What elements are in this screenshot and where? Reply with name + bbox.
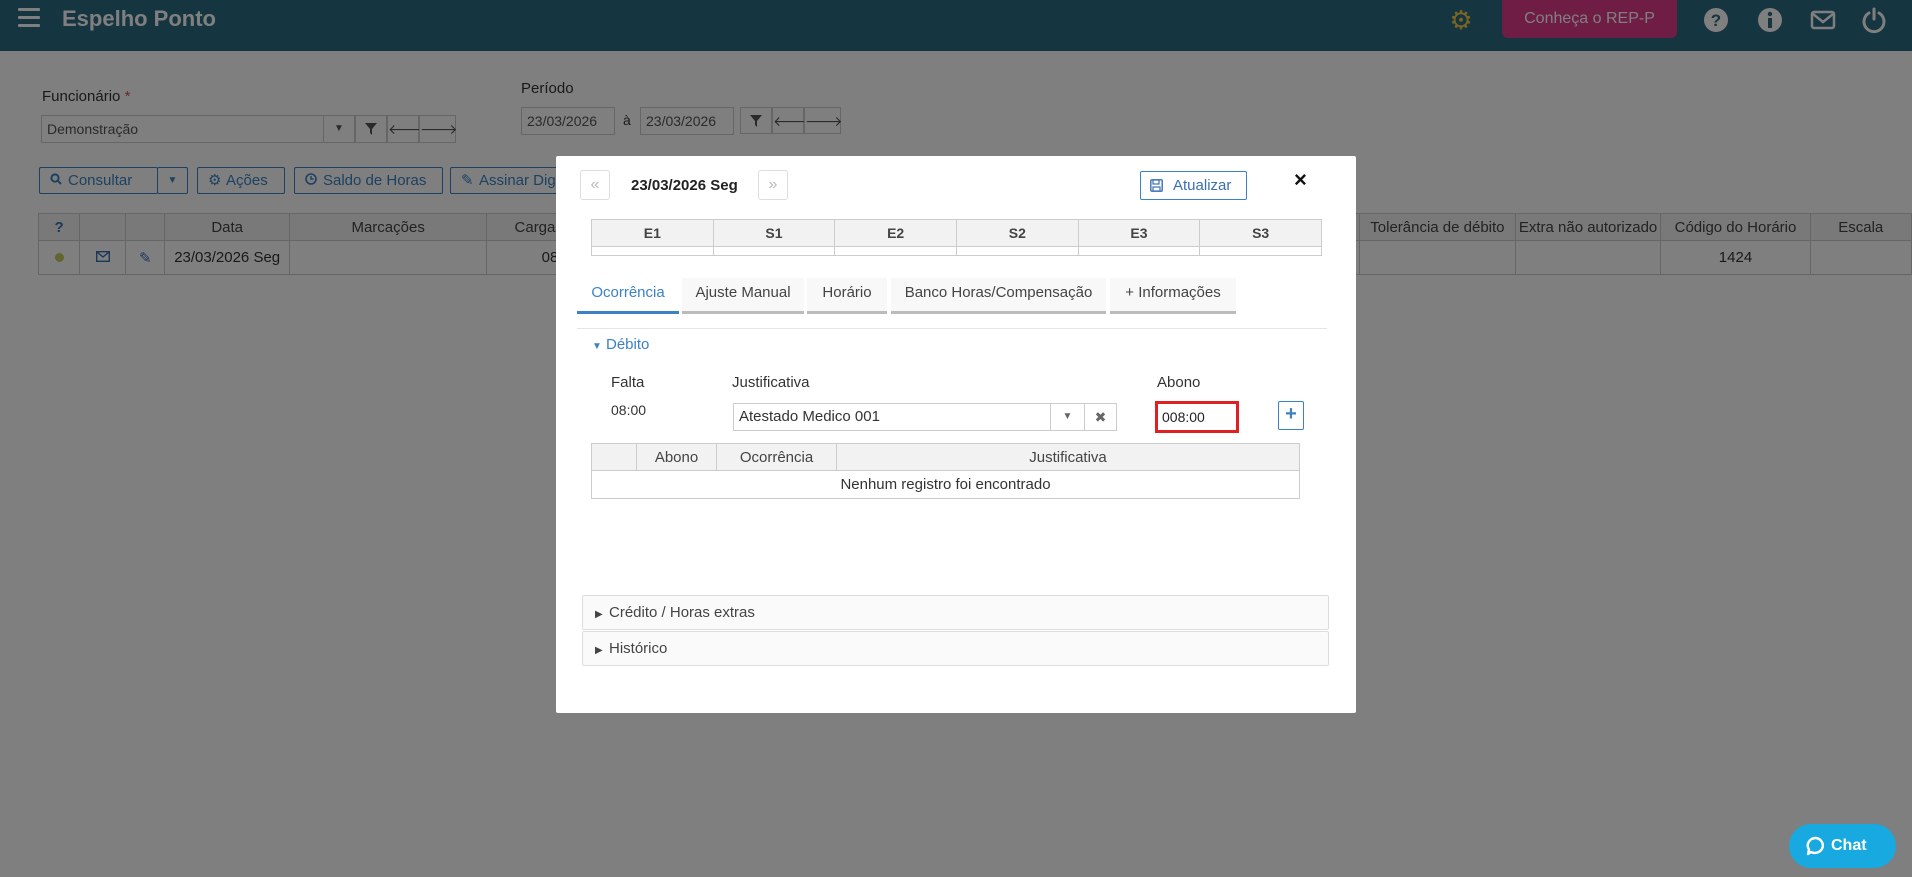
tab-ocorrencia[interactable]: Ocorrência bbox=[577, 278, 679, 314]
tab-mais-informacoes[interactable]: + Informações bbox=[1110, 278, 1236, 314]
save-icon bbox=[1150, 179, 1163, 192]
close-icon[interactable]: × bbox=[1294, 168, 1307, 192]
column-header-s1: S1 bbox=[712, 219, 836, 247]
credito-section-header[interactable]: ▶ Crédito / Horas extras bbox=[582, 595, 1329, 630]
justificativa-select[interactable]: Atestado Medico 001 ▼ ✖ bbox=[733, 403, 1117, 431]
column-header-s3: S3 bbox=[1199, 219, 1322, 247]
marks-table: E1 S1 E2 S2 E3 S3 bbox=[591, 219, 1322, 256]
tab-ajuste-manual[interactable]: Ajuste Manual bbox=[682, 278, 804, 314]
previous-day-button[interactable]: « bbox=[580, 170, 610, 200]
empty-message: Nenhum registro foi encontrado bbox=[591, 470, 1300, 499]
column-header-abono: Abono bbox=[636, 443, 717, 471]
abono-label: Abono bbox=[1157, 374, 1201, 391]
column-header-e2: E2 bbox=[834, 219, 957, 247]
column-header-s2: S2 bbox=[955, 219, 1079, 247]
caret-down-icon: ▼ bbox=[592, 341, 602, 352]
column-header-e1: E1 bbox=[591, 219, 714, 247]
tabs-divider bbox=[577, 328, 1327, 329]
column-header-e3: E3 bbox=[1077, 219, 1201, 247]
chat-button[interactable]: Chat bbox=[1789, 824, 1896, 868]
column-header-ocorrencia: Ocorrência bbox=[716, 443, 837, 471]
debito-section-header[interactable]: ▼ Débito bbox=[592, 336, 649, 353]
next-day-button[interactable]: » bbox=[758, 170, 788, 200]
column-header-justificativa: Justificativa bbox=[836, 443, 1300, 471]
falta-value: 08:00 bbox=[611, 402, 647, 418]
falta-label: Falta bbox=[611, 374, 645, 391]
chat-bubble-icon bbox=[1806, 836, 1825, 856]
caret-right-icon: ▶ bbox=[595, 609, 603, 620]
clear-icon[interactable]: ✖ bbox=[1084, 404, 1116, 430]
chevron-down-icon[interactable]: ▼ bbox=[1050, 404, 1084, 430]
table-row bbox=[591, 246, 1322, 256]
historico-section-header[interactable]: ▶ Histórico bbox=[582, 631, 1329, 666]
table-row: Nenhum registro foi encontrado bbox=[591, 470, 1300, 499]
occurrence-modal: « 23/03/2026 Seg » Atualizar × E1 S1 E2 … bbox=[556, 156, 1356, 713]
tab-banco-horas[interactable]: Banco Horas/Compensação bbox=[891, 278, 1106, 314]
justificativa-value: Atestado Medico 001 bbox=[739, 408, 880, 425]
tab-horario[interactable]: Horário bbox=[807, 278, 887, 314]
caret-right-icon: ▶ bbox=[595, 645, 603, 656]
abono-input[interactable]: 008:00 bbox=[1155, 401, 1239, 433]
column-header bbox=[591, 443, 637, 471]
justificativa-label: Justificativa bbox=[732, 374, 810, 391]
abono-table: Abono Ocorrência Justificativa Nenhum re… bbox=[591, 443, 1300, 499]
add-abono-button[interactable]: + bbox=[1278, 401, 1304, 430]
modal-date: 23/03/2026 Seg bbox=[631, 177, 738, 194]
atualizar-button[interactable]: Atualizar bbox=[1140, 171, 1247, 200]
